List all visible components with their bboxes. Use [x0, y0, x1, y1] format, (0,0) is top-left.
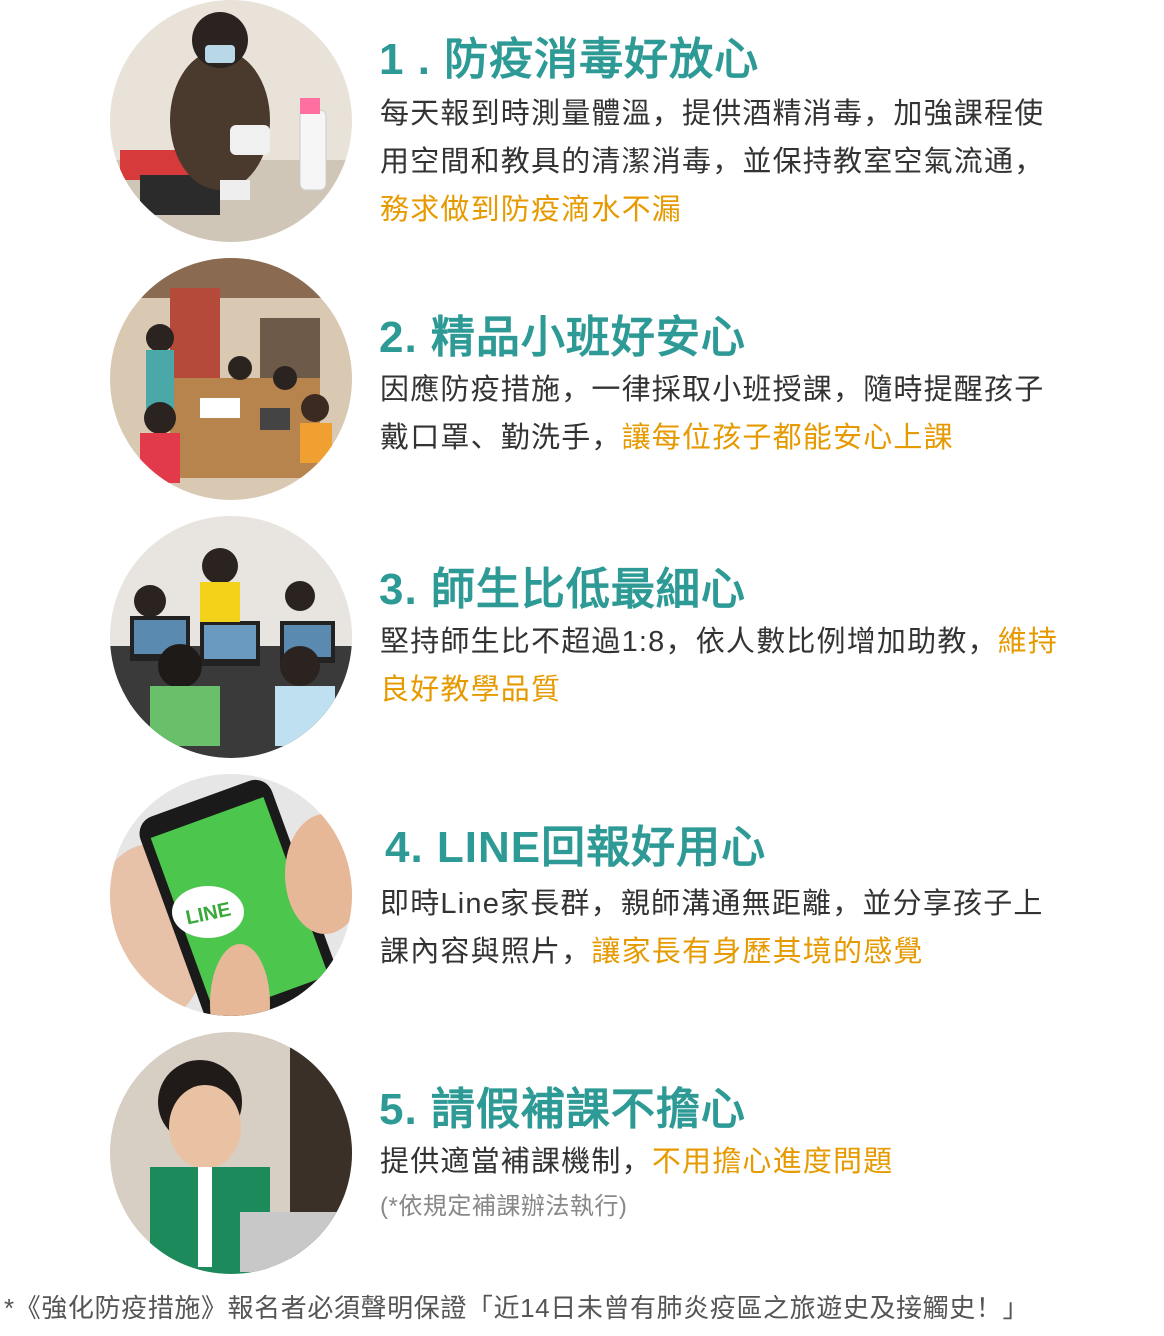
photo-line-phone: LINE — [110, 774, 352, 1016]
photo-small-class — [110, 258, 352, 500]
description-highlight: 務求做到防疫滴水不漏 — [380, 194, 683, 226]
footer-disclaimer: *《強化防疫措施》報名者必須聲明保證「近14日未曾有肺炎疫區之旅遊史及接觸史！」 — [4, 1293, 1030, 1323]
photo-disinfection — [110, 0, 352, 242]
feature-title: 2. 精品小班好安心 — [379, 313, 746, 362]
description-text: 堅持師生比不超過1:8，依人數比例增加助教， — [380, 626, 998, 658]
description-highlight: 讓家長有身歷其境的感覺 — [591, 936, 924, 968]
feature-title: 4. LINE回報好用心 — [385, 823, 767, 872]
description-text: 每天報到時測量體溫，提供酒精消毒，加強課程使用空間和教具的清潔消毒，並保持教室空… — [380, 98, 1045, 178]
feature-title: 3. 師生比低最細心 — [379, 565, 746, 614]
description-text: 提供適當補課機制， — [380, 1146, 652, 1178]
description-note: (*依規定補課辦法執行) — [380, 1193, 628, 1220]
feature-title: 1 . 防疫消毒好放心 — [379, 35, 760, 84]
description-highlight: 不用擔心進度問題 — [651, 1146, 894, 1178]
photo-ratio — [110, 516, 352, 758]
description-highlight: 讓每位孩子都能安心上課 — [621, 422, 954, 454]
feature-description: 即時Line家長群，親師溝通無距離，並分享孩子上課內容與照片，讓家長有身歷其境的… — [380, 880, 1070, 976]
feature-description: 堅持師生比不超過1:8，依人數比例增加助教，維持良好教學品質 — [380, 618, 1070, 714]
feature-description: 因應防疫措施，一律採取小班授課，隨時提醒孩子戴口罩、勤洗手，讓每位孩子都能安心上… — [380, 366, 1070, 462]
photo-makeup — [110, 1032, 352, 1274]
feature-description: 提供適當補課機制，不用擔心進度問題 (*依規定補課辦法執行) — [380, 1138, 1070, 1224]
feature-title: 5. 請假補課不擔心 — [379, 1085, 746, 1134]
feature-description: 每天報到時測量體溫，提供酒精消毒，加強課程使用空間和教具的清潔消毒，並保持教室空… — [380, 90, 1070, 234]
